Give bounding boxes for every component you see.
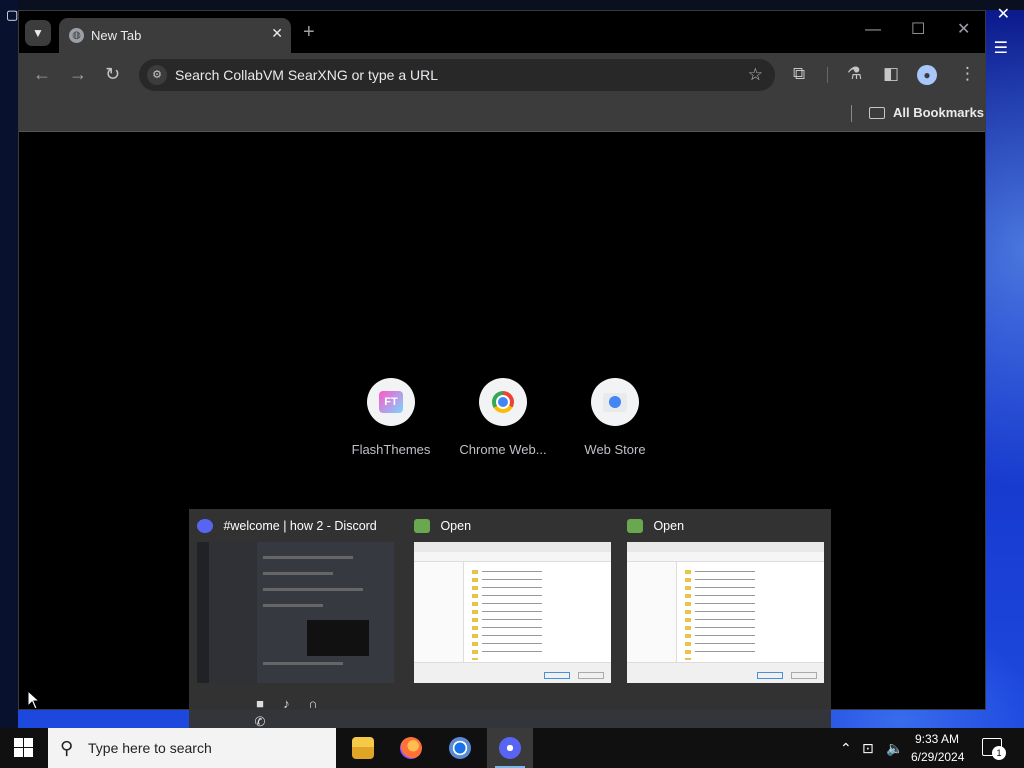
chevron-up-icon[interactable]: ⌃ bbox=[840, 739, 852, 757]
camera-icon[interactable]: ■ bbox=[249, 696, 271, 711]
chevron-down-icon: ▼ bbox=[32, 26, 44, 40]
windows-logo-icon bbox=[14, 738, 23, 747]
network-icon[interactable]: ⊡ bbox=[862, 739, 874, 757]
tab-new-tab[interactable]: ◍ New Tab ✕ bbox=[59, 18, 291, 53]
toolbar-divider bbox=[827, 67, 828, 83]
minimize-button[interactable]: — bbox=[865, 21, 881, 39]
shortcut-icon-circle bbox=[479, 378, 527, 426]
discord-taskbar-icon bbox=[499, 737, 521, 759]
taskbar-chromium[interactable] bbox=[437, 728, 483, 768]
dialog-icon bbox=[627, 518, 643, 533]
taskbar: ⚲ Type here to search ⌃ ⊡ 🔈 9:33 AM 6/29… bbox=[0, 728, 1024, 768]
discord-window-preview bbox=[197, 542, 394, 683]
new-tab-button[interactable]: + bbox=[303, 21, 315, 43]
arrow-left-icon: ← bbox=[33, 64, 51, 84]
chromium-icon bbox=[449, 737, 471, 759]
tab-search-button[interactable]: ▼ bbox=[25, 20, 51, 46]
profile-avatar[interactable]: ● bbox=[917, 65, 937, 85]
file-dialog-preview bbox=[627, 542, 824, 683]
file-explorer-icon bbox=[352, 737, 374, 759]
thumbnail-header: Open bbox=[414, 517, 471, 535]
forward-button[interactable]: → bbox=[69, 63, 87, 85]
mouse-cursor bbox=[27, 689, 41, 715]
firefox-icon bbox=[400, 737, 422, 759]
folder-icon bbox=[869, 107, 885, 119]
shortcut-label: FlashThemes bbox=[351, 442, 431, 457]
shortcut-label: Chrome Web... bbox=[459, 442, 547, 457]
back-button[interactable]: ← bbox=[33, 63, 51, 85]
side-panel-icon[interactable]: ◧ bbox=[883, 64, 899, 84]
extensions-icon[interactable]: ⧉ bbox=[793, 64, 805, 84]
taskbar-thumbnail-popup: #welcome | how 2 - Discord ■ ♪ ∩ ✆ Open bbox=[189, 509, 833, 729]
microphone-icon[interactable]: ♪ bbox=[275, 696, 297, 711]
title-bar: ▼ ◍ New Tab ✕ + — ☐ ✕ bbox=[19, 11, 985, 53]
close-tab-icon[interactable]: ✕ bbox=[271, 25, 283, 42]
taskbar-search-placeholder: Type here to search bbox=[88, 740, 212, 756]
thumbnail-title: #welcome | how 2 - Discord bbox=[223, 518, 377, 533]
globe-icon: ◍ bbox=[69, 28, 84, 43]
arrow-right-icon: → bbox=[69, 64, 87, 84]
flashthemes-logo-icon: FT bbox=[379, 391, 403, 413]
clock-time[interactable]: 9:33 AM bbox=[915, 732, 959, 746]
shortcut-label: Web Store bbox=[584, 442, 646, 457]
browser-toolbar: ← → ↻ ⚙ Search CollabVM SearXNG or type … bbox=[19, 53, 985, 97]
tab-title: New Tab bbox=[91, 28, 142, 43]
volume-muted-icon[interactable]: 🔈 bbox=[886, 739, 903, 757]
address-bar[interactable]: ⚙ Search CollabVM SearXNG or type a URL … bbox=[139, 59, 775, 91]
headphones-icon[interactable]: ∩ bbox=[302, 696, 324, 711]
taskbar-discord[interactable] bbox=[487, 728, 533, 768]
taskbar-search-box[interactable]: ⚲ Type here to search bbox=[48, 728, 336, 768]
shortcut-chrome-web[interactable]: Chrome Web... bbox=[448, 378, 558, 457]
thumbnail-header: #welcome | how 2 - Discord bbox=[197, 517, 377, 535]
shortcut-web-store[interactable]: Web Store bbox=[560, 378, 670, 457]
more-menu-icon[interactable]: ⋮ bbox=[959, 64, 976, 84]
thumbnail-open-dialog-2[interactable]: Open bbox=[619, 509, 833, 728]
maximize-button[interactable]: ☐ bbox=[911, 21, 925, 39]
address-bar-placeholder: Search CollabVM SearXNG or type a URL bbox=[175, 67, 438, 83]
thumbnail-title: Open bbox=[653, 518, 685, 533]
labs-flask-icon[interactable]: ⚗ bbox=[847, 64, 862, 84]
desktop-close-icon[interactable]: ✕ bbox=[997, 6, 1010, 24]
shortcut-icon-circle bbox=[591, 378, 639, 426]
thumbnail-controls: ■ ♪ ∩ ✆ bbox=[249, 695, 349, 729]
file-dialog-preview bbox=[414, 542, 611, 683]
web-store-logo-icon bbox=[603, 393, 627, 412]
taskbar-file-explorer[interactable] bbox=[340, 728, 386, 768]
taskbar-firefox[interactable] bbox=[388, 728, 434, 768]
site-info-icon[interactable]: ⚙ bbox=[147, 65, 167, 85]
search-icon: ⚲ bbox=[60, 738, 74, 758]
thumbnail-open-dialog-1[interactable]: Open bbox=[406, 509, 620, 728]
reload-button[interactable]: ↻ bbox=[105, 63, 120, 85]
bookmark-star-icon[interactable]: ☆ bbox=[748, 65, 763, 85]
dialog-icon bbox=[414, 518, 430, 533]
bookmarks-bar: All Bookmarks bbox=[19, 97, 985, 132]
bookmarks-divider bbox=[851, 105, 852, 122]
desktop-left-strip bbox=[0, 0, 18, 728]
chrome-logo-icon bbox=[492, 391, 514, 413]
shortcut-icon-circle: FT bbox=[367, 378, 415, 426]
clock-date[interactable]: 6/29/2024 bbox=[911, 750, 964, 764]
desktop-top-strip bbox=[0, 0, 1024, 10]
all-bookmarks-button[interactable]: All Bookmarks bbox=[893, 105, 984, 120]
start-button[interactable] bbox=[14, 738, 33, 757]
notification-badge: 1 bbox=[992, 746, 1006, 760]
hamburger-menu-icon[interactable]: ☰ bbox=[994, 40, 1008, 58]
thumbnail-discord[interactable]: #welcome | how 2 - Discord ■ ♪ ∩ ✆ bbox=[189, 509, 403, 729]
thumbnail-title: Open bbox=[440, 518, 472, 533]
shortcut-flashthemes[interactable]: FT FlashThemes bbox=[336, 378, 446, 457]
reload-icon: ↻ bbox=[105, 64, 121, 84]
discord-icon bbox=[197, 518, 213, 533]
close-window-button[interactable]: ✕ bbox=[957, 21, 970, 39]
thumbnail-header: Open bbox=[627, 517, 684, 535]
